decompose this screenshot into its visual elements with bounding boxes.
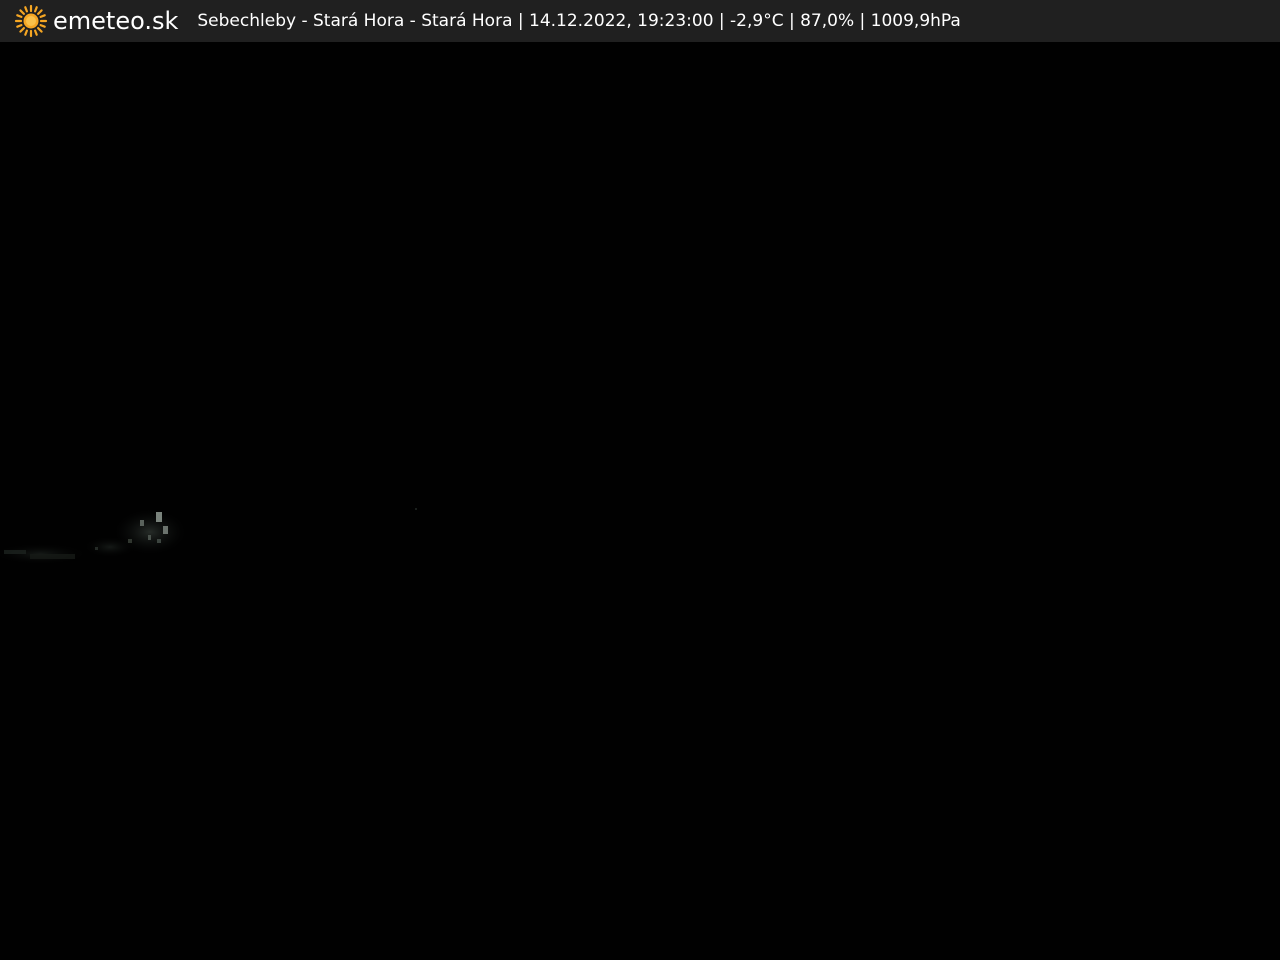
webcam-caption: Sebechleby - Stará Hora - Stará Hora | 1…	[197, 11, 961, 31]
sun-icon	[14, 4, 48, 38]
webcam-frame: emeteo.sk Sebechleby - Stará Hora - Star…	[0, 0, 1280, 960]
info-overlay-bar: emeteo.sk Sebechleby - Stará Hora - Star…	[0, 0, 1280, 42]
brand-name: emeteo.sk	[53, 7, 179, 35]
emeteo-logo: emeteo.sk	[14, 4, 178, 38]
webcam-night-image	[0, 42, 1280, 960]
